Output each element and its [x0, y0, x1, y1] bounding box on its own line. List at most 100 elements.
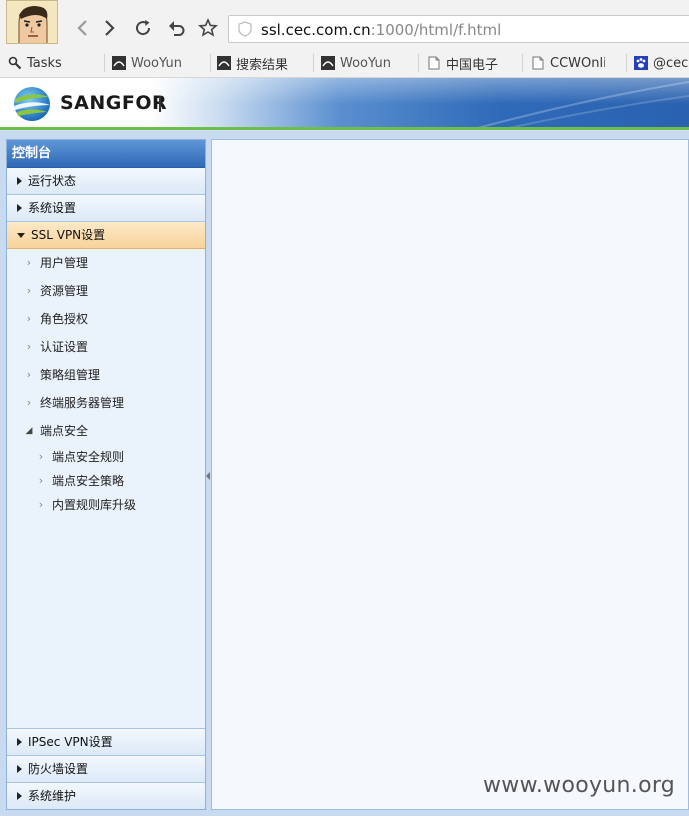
- triangle-right-icon: [17, 792, 22, 800]
- bookmark-label: CCWOnli: [550, 55, 605, 71]
- ssl-vpn-menu: › 用户管理 › 资源管理 › 角色授权 › 认证设置 › 策略组管理 › 终端…: [7, 249, 205, 517]
- triangle-right-icon: [17, 765, 22, 773]
- logo-text: SANGFOR: [60, 92, 168, 114]
- submenu-item-endpoint-rules[interactable]: › 端点安全规则: [7, 445, 205, 469]
- section-label: 运行状态: [28, 174, 77, 188]
- bookmark-separator: [418, 54, 419, 72]
- bookmark-search-results[interactable]: 搜索结果: [217, 48, 309, 78]
- bookmark-separator: [313, 54, 314, 72]
- triangle-right-icon: [17, 204, 22, 212]
- shield-icon: [238, 21, 252, 37]
- app-header: SANGFOR: [0, 78, 689, 130]
- submenu-item-label: 端点安全规则: [52, 450, 125, 464]
- section-label: 系统维护: [28, 789, 77, 803]
- bookmark-star-button[interactable]: [196, 16, 220, 40]
- sidebar-section-status[interactable]: 运行状态: [7, 168, 205, 195]
- wooyun-icon: [321, 56, 335, 70]
- chevron-right-icon: ›: [38, 498, 44, 511]
- wooyun-icon: [217, 56, 231, 70]
- bookmark-label: 中国电子: [446, 57, 499, 73]
- menu-item-role-authorization[interactable]: › 角色授权: [7, 305, 205, 333]
- cartoon-face-icon: [7, 1, 57, 43]
- submenu-item-endpoint-policy[interactable]: › 端点安全策略: [7, 469, 205, 493]
- bookmarks-bar: Tasks WooYun 搜索结果 WooYun 中国电子 CCWOnli @c…: [0, 48, 689, 78]
- menu-item-auth-settings[interactable]: › 认证设置: [7, 333, 205, 361]
- section-label: 系统设置: [28, 201, 77, 215]
- bookmark-wooyun-1[interactable]: WooYun: [112, 48, 186, 78]
- reload-button[interactable]: [131, 16, 155, 40]
- chevron-right-icon: ›: [26, 284, 32, 297]
- menu-item-resource-management[interactable]: › 资源管理: [7, 277, 205, 305]
- sidebar-section-ssl-vpn[interactable]: SSL VPN设置: [7, 222, 205, 249]
- menu-item-label: 认证设置: [40, 340, 89, 354]
- bookmark-label: WooYun: [340, 55, 391, 71]
- menu-item-label: 策略组管理: [40, 368, 101, 382]
- bookmark-separator: [210, 54, 211, 72]
- sidebar-section-firewall[interactable]: 防火墙设置: [7, 755, 205, 782]
- profile-avatar[interactable]: [6, 0, 58, 44]
- bookmark-separator: [104, 54, 105, 72]
- sidebar-title: 控制台: [7, 140, 205, 168]
- page-icon: [532, 56, 544, 70]
- star-icon: [198, 18, 218, 37]
- reload-icon: [136, 20, 151, 36]
- chevron-right-icon: ›: [26, 368, 32, 381]
- bookmark-tasks[interactable]: Tasks: [8, 48, 98, 78]
- bookmark-cec[interactable]: 中国电子: [427, 48, 501, 78]
- bookmark-ccwonline[interactable]: CCWOnli: [531, 48, 605, 78]
- forward-button[interactable]: [98, 16, 122, 40]
- triangle-right-icon: [17, 177, 22, 185]
- menu-item-label: 端点安全: [40, 424, 89, 438]
- undo-button[interactable]: [165, 16, 189, 40]
- logo-divider: [159, 96, 161, 112]
- chevron-right-icon: ›: [38, 450, 44, 463]
- triangle-down-icon: [17, 232, 25, 238]
- main-content-panel: [211, 139, 689, 810]
- bookmark-cec-mail[interactable]: @cec.: [634, 48, 689, 78]
- chevron-right-icon: [105, 20, 115, 36]
- address-bar-url: ssl.cec.com.cn:1000/html/f.html: [261, 21, 501, 39]
- back-button[interactable]: [70, 16, 94, 40]
- wooyun-icon: [112, 56, 126, 70]
- collapse-arrow-icon[interactable]: [206, 472, 210, 480]
- sidebar-section-maintenance[interactable]: 系统维护: [7, 782, 205, 809]
- sidebar-section-system-settings[interactable]: 系统设置: [7, 195, 205, 222]
- submenu-item-rulebase-upgrade[interactable]: › 内置规则库升级: [7, 493, 205, 517]
- bookmark-label: Tasks: [27, 55, 62, 71]
- chevron-right-icon: ›: [38, 474, 44, 487]
- menu-item-label: 终端服务器管理: [40, 396, 125, 410]
- submenu-item-label: 端点安全策略: [52, 474, 125, 488]
- bookmark-separator: [626, 54, 627, 72]
- menu-item-endpoint-security[interactable]: ◢ 端点安全: [7, 417, 205, 445]
- header-accent-line: [0, 127, 689, 130]
- bookmark-separator: [522, 54, 523, 72]
- url-host: ssl.cec.com.cn: [261, 21, 371, 39]
- triangle-down-small-icon: ◢: [25, 426, 33, 436]
- chevron-right-icon: ›: [26, 256, 32, 269]
- sangfor-logo-icon: [14, 87, 50, 121]
- menu-item-policy-group[interactable]: › 策略组管理: [7, 361, 205, 389]
- chevron-left-icon: [77, 20, 87, 36]
- bookmark-label: 搜索结果: [236, 57, 289, 73]
- menu-item-terminal-server[interactable]: › 终端服务器管理: [7, 389, 205, 417]
- sidebar-bottom-sections: IPSec VPN设置 防火墙设置 系统维护: [7, 728, 205, 809]
- chevron-right-icon: ›: [26, 396, 32, 409]
- url-path: :1000/html/f.html: [370, 21, 502, 39]
- paw-icon: [634, 56, 648, 70]
- chevron-right-icon: ›: [26, 312, 32, 325]
- address-bar[interactable]: ssl.cec.com.cn:1000/html/f.html: [228, 15, 689, 43]
- browser-toolbar: ssl.cec.com.cn:1000/html/f.html: [0, 0, 689, 48]
- section-label: SSL VPN设置: [31, 228, 106, 242]
- undo-icon: [169, 21, 185, 36]
- bookmark-label: @cec.: [653, 55, 689, 71]
- triangle-right-icon: [17, 738, 22, 746]
- menu-item-user-management[interactable]: › 用户管理: [7, 249, 205, 277]
- submenu-item-label: 内置规则库升级: [52, 498, 137, 512]
- page-icon: [428, 56, 440, 70]
- wrench-icon: [8, 56, 22, 70]
- bookmark-wooyun-2[interactable]: WooYun: [321, 48, 395, 78]
- sidebar-section-ipsec-vpn[interactable]: IPSec VPN设置: [7, 728, 205, 755]
- menu-item-label: 角色授权: [40, 312, 89, 326]
- sidebar: 控制台 运行状态 系统设置 SSL VPN设置 › 用户管理 › 资源管理 › …: [6, 139, 206, 810]
- section-label: 防火墙设置: [28, 762, 89, 776]
